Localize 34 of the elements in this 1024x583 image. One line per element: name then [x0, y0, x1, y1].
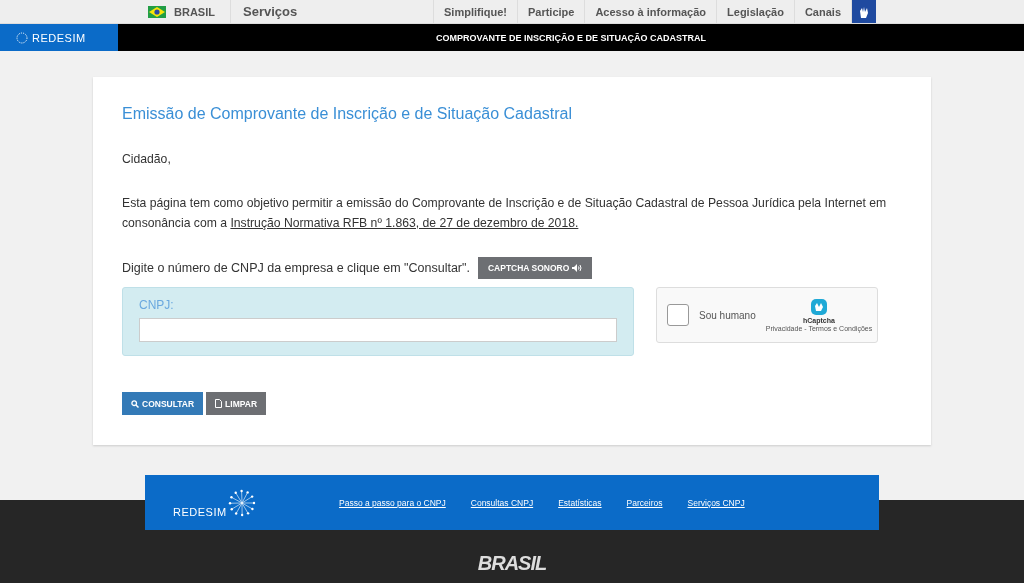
search-icon	[131, 399, 139, 408]
top-nav-link[interactable]: Simplifique!	[433, 0, 517, 23]
brasil-emblem: BRASIL	[477, 552, 547, 575]
footer-link[interactable]: Consultas CNPJ	[470, 497, 534, 508]
consult-button[interactable]: CONSULTAR	[122, 392, 204, 415]
country-label[interactable]: BRASIL	[174, 5, 215, 18]
cnpj-input[interactable]	[139, 318, 617, 342]
accessibility-button[interactable]	[851, 0, 876, 23]
top-nav-link[interactable]: Legislação	[716, 0, 794, 23]
audio-captcha-button[interactable]: CAPTCHA SONORO	[477, 257, 593, 279]
captcha-checkbox[interactable]	[667, 304, 689, 326]
regulation-link[interactable]: Instrução Normativa RFB nº 1.863, de 27 de dezembro de 2018.	[230, 216, 579, 230]
cnpj-label: CNPJ:	[139, 298, 175, 312]
hand-logo-icon	[809, 298, 828, 316]
card-heading: Emissão de Comprovante de Inscrição e de Situação Cadastral	[122, 105, 573, 123]
page-title: COMPROVANTE DE INSCRIÇÃO E DE SITUAÇÃO CADASTRAL	[435, 32, 707, 43]
intro-paragraph: Esta página tem como objetivo permitir a emissão do Comprovante de Inscrição e de Situação Cadastral de Pessoa Jurídica pela Internet em consonância com a Instrução Normativa RFB nº 1.863, de 27 de dezembro de 2018.	[122, 195, 888, 232]
flag-icon	[148, 5, 166, 18]
clear-button[interactable]: LIMPAR	[206, 392, 267, 415]
captcha-label: Sou humano	[699, 309, 756, 321]
redesim-logo: REDESIM	[32, 31, 86, 44]
document-icon	[215, 399, 223, 408]
top-nav-link[interactable]: Acesso à informação	[584, 0, 717, 23]
footer-link[interactable]: Parceiros	[626, 497, 663, 508]
footer-link[interactable]: Passo a passo para o CNPJ	[339, 497, 446, 508]
instruction-text: Digite o número de CNPJ da empresa e clique em "Consultar".	[122, 261, 470, 275]
footer-logo: REDESIM	[173, 505, 227, 518]
network-logo-icon	[226, 487, 257, 518]
greeting-text: Cidadão,	[122, 151, 172, 168]
footer-link[interactable]: Serviços CNPJ	[687, 497, 745, 508]
top-nav-link[interactable]: Participe	[516, 0, 585, 23]
footer-link[interactable]: Estatísticas	[558, 497, 602, 508]
speaker-icon	[572, 264, 583, 272]
services-link[interactable]: Serviços	[231, 4, 433, 19]
